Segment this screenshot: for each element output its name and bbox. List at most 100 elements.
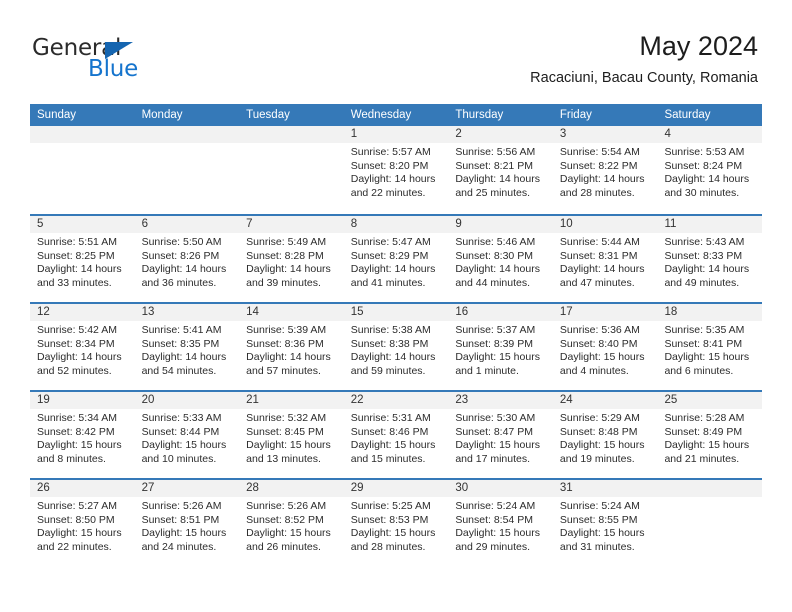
page-title: May 2024 xyxy=(639,31,758,61)
sunrise-text: Sunrise: 5:36 AM xyxy=(559,324,640,336)
sunset-text: Sunset: 8:55 PM xyxy=(559,513,638,526)
calendar-day-cell[interactable]: 27 Sunrise: 5:26 AM Sunset: 8:51 PM Dayligh… xyxy=(134,480,240,566)
calendar-day-cell[interactable]: 7 Sunrise: 5:49 AM Sunset: 8:28 PM Daylight… xyxy=(239,216,344,302)
calendar-day-cell[interactable]: 18 Sunrise: 5:35 AM Sunset: 8:41 PM Dayligh… xyxy=(657,304,763,390)
calendar-day-cell[interactable]: 31 Sunrise: 5:24 AM Sunset: 8:55 PM Dayligh… xyxy=(552,480,658,566)
sunset-text: Sunset: 8:35 PM xyxy=(141,337,220,350)
day-number: 16 xyxy=(448,304,553,321)
day-number: 11 xyxy=(657,216,763,233)
calendar-day-cell[interactable]: 29 Sunrise: 5:25 AM Sunset: 8:53 PM Dayligh… xyxy=(343,480,449,566)
day-details: Sunrise: 5:29 AM Sunset: 8:48 PM Daylight:… xyxy=(553,409,658,466)
calendar-day-cell-empty xyxy=(657,480,763,566)
day-details: Sunrise: 5:33 AM Sunset: 8:44 PM Daylight:… xyxy=(135,409,240,466)
daylight-text: Daylight: 14 hours and 36 minutes. xyxy=(141,263,227,289)
logo-text-blue: Blue xyxy=(88,56,139,82)
calendar-day-cell[interactable]: 25 Sunrise: 5:28 AM Sunset: 8:49 PM Dayligh… xyxy=(657,392,763,478)
weekday-header-saturday: Saturday xyxy=(664,109,711,121)
sunset-text: Sunset: 8:33 PM xyxy=(664,249,743,262)
sunset-text: Sunset: 8:49 PM xyxy=(664,425,743,438)
calendar-day-cell[interactable]: 10 Sunrise: 5:44 AM Sunset: 8:31 PM Dayligh… xyxy=(552,216,658,302)
day-number: 13 xyxy=(134,304,240,321)
calendar-day-cell[interactable]: 20 Sunrise: 5:33 AM Sunset: 8:44 PM Dayligh… xyxy=(134,392,240,478)
daylight-text: Daylight: 14 hours and 54 minutes. xyxy=(141,351,227,377)
day-number: 19 xyxy=(30,392,135,409)
day-number: 8 xyxy=(343,216,449,233)
day-number xyxy=(239,126,344,143)
sunset-text: Sunset: 8:46 PM xyxy=(350,425,429,438)
day-details: Sunrise: 5:46 AM Sunset: 8:30 PM Daylight:… xyxy=(448,233,553,290)
calendar-day-cell[interactable]: 13 Sunrise: 5:41 AM Sunset: 8:35 PM Dayligh… xyxy=(134,304,240,390)
day-number xyxy=(657,480,763,497)
sunset-text: Sunset: 8:20 PM xyxy=(350,159,429,172)
calendar-day-cell[interactable]: 16 Sunrise: 5:37 AM Sunset: 8:39 PM Dayligh… xyxy=(448,304,553,390)
calendar-week-row: 1 Sunrise: 5:57 AM Sunset: 8:20 PM Daylight… xyxy=(30,126,763,214)
daylight-text: Daylight: 14 hours and 49 minutes. xyxy=(664,263,750,289)
day-number: 18 xyxy=(657,304,763,321)
day-number: 22 xyxy=(343,392,449,409)
day-number: 1 xyxy=(343,126,449,143)
calendar-day-cell[interactable]: 19 Sunrise: 5:34 AM Sunset: 8:42 PM Dayligh… xyxy=(30,392,135,478)
day-details: Sunrise: 5:53 AM Sunset: 8:24 PM Daylight:… xyxy=(657,143,762,200)
calendar-day-cell[interactable]: 1 Sunrise: 5:57 AM Sunset: 8:20 PM Daylight… xyxy=(343,126,449,214)
day-number: 9 xyxy=(448,216,553,233)
daylight-text: Daylight: 15 hours and 28 minutes. xyxy=(350,527,436,553)
day-details: Sunrise: 5:42 AM Sunset: 8:34 PM Daylight:… xyxy=(30,321,135,378)
calendar-weeks: 1 Sunrise: 5:57 AM Sunset: 8:20 PM Daylight… xyxy=(30,126,763,566)
day-number: 7 xyxy=(239,216,344,233)
sunset-text: Sunset: 8:52 PM xyxy=(246,513,324,526)
calendar-day-cell[interactable]: 12 Sunrise: 5:42 AM Sunset: 8:34 PM Dayligh… xyxy=(30,304,135,390)
calendar-day-cell-empty xyxy=(134,126,240,214)
calendar-day-cell[interactable]: 26 Sunrise: 5:27 AM Sunset: 8:50 PM Dayligh… xyxy=(30,480,135,566)
sunrise-text: Sunrise: 5:39 AM xyxy=(246,324,327,336)
general-blue-logo[interactable]: General Blue xyxy=(32,36,162,82)
weekday-header-friday: Friday xyxy=(559,109,592,121)
calendar-day-cell[interactable]: 11 Sunrise: 5:43 AM Sunset: 8:33 PM Dayligh… xyxy=(657,216,763,302)
day-details: Sunrise: 5:54 AM Sunset: 8:22 PM Daylight:… xyxy=(553,143,658,200)
day-number: 29 xyxy=(343,480,449,497)
calendar-day-cell[interactable]: 23 Sunrise: 5:30 AM Sunset: 8:47 PM Dayligh… xyxy=(448,392,553,478)
day-details: Sunrise: 5:31 AM Sunset: 8:46 PM Daylight:… xyxy=(344,409,449,466)
daylight-text: Daylight: 14 hours and 39 minutes. xyxy=(246,263,331,289)
sunrise-text: Sunrise: 5:35 AM xyxy=(664,324,745,336)
calendar-day-cell[interactable]: 22 Sunrise: 5:31 AM Sunset: 8:46 PM Dayligh… xyxy=(343,392,449,478)
calendar-day-cell[interactable]: 21 Sunrise: 5:32 AM Sunset: 8:45 PM Dayligh… xyxy=(239,392,344,478)
calendar-day-cell[interactable]: 5 Sunrise: 5:51 AM Sunset: 8:25 PM Daylight… xyxy=(30,216,135,302)
calendar-day-cell[interactable]: 2 Sunrise: 5:56 AM Sunset: 8:21 PM Daylight… xyxy=(448,126,553,214)
sunrise-text: Sunrise: 5:33 AM xyxy=(141,412,222,424)
calendar-day-cell[interactable]: 6 Sunrise: 5:50 AM Sunset: 8:26 PM Daylight… xyxy=(134,216,240,302)
sunset-text: Sunset: 8:28 PM xyxy=(246,249,324,262)
daylight-text: Daylight: 15 hours and 19 minutes. xyxy=(559,439,645,465)
sunset-text: Sunset: 8:50 PM xyxy=(37,513,115,526)
day-details: Sunrise: 5:41 AM Sunset: 8:35 PM Daylight:… xyxy=(135,321,240,378)
page-header: General Blue May 2024 Racaciuni, Bacau C… xyxy=(0,0,792,104)
day-number: 10 xyxy=(552,216,658,233)
calendar-day-cell[interactable]: 24 Sunrise: 5:29 AM Sunset: 8:48 PM Dayligh… xyxy=(552,392,658,478)
sunrise-text: Sunrise: 5:43 AM xyxy=(664,236,745,248)
daylight-text: Daylight: 14 hours and 44 minutes. xyxy=(455,263,540,289)
day-number: 30 xyxy=(448,480,553,497)
calendar-day-cell[interactable]: 8 Sunrise: 5:47 AM Sunset: 8:29 PM Daylight… xyxy=(343,216,449,302)
calendar-day-cell[interactable]: 3 Sunrise: 5:54 AM Sunset: 8:22 PM Daylight… xyxy=(552,126,658,214)
sunrise-text: Sunrise: 5:30 AM xyxy=(455,412,536,424)
day-number: 31 xyxy=(552,480,658,497)
day-number: 15 xyxy=(343,304,449,321)
calendar-day-cell[interactable]: 4 Sunrise: 5:53 AM Sunset: 8:24 PM Daylight… xyxy=(657,126,763,214)
daylight-text: Daylight: 15 hours and 4 minutes. xyxy=(559,351,645,377)
daylight-text: Daylight: 14 hours and 57 minutes. xyxy=(246,351,331,377)
day-number: 25 xyxy=(657,392,763,409)
day-details: Sunrise: 5:24 AM Sunset: 8:54 PM Daylight:… xyxy=(448,497,553,554)
calendar-day-cell[interactable]: 15 Sunrise: 5:38 AM Sunset: 8:38 PM Dayligh… xyxy=(343,304,449,390)
sunset-text: Sunset: 8:25 PM xyxy=(37,249,115,262)
calendar-week-row: 12 Sunrise: 5:42 AM Sunset: 8:34 PM Dayligh… xyxy=(30,302,763,390)
day-details: Sunrise: 5:34 AM Sunset: 8:42 PM Daylight:… xyxy=(30,409,135,466)
calendar-day-cell[interactable]: 14 Sunrise: 5:39 AM Sunset: 8:36 PM Dayligh… xyxy=(239,304,344,390)
weekday-header-wednesday: Wednesday xyxy=(350,109,412,121)
daylight-text: Daylight: 15 hours and 26 minutes. xyxy=(246,527,331,553)
calendar-day-cell[interactable]: 17 Sunrise: 5:36 AM Sunset: 8:40 PM Dayligh… xyxy=(552,304,658,390)
daylight-text: Daylight: 14 hours and 33 minutes. xyxy=(37,263,122,289)
calendar-day-cell[interactable]: 9 Sunrise: 5:46 AM Sunset: 8:30 PM Daylight… xyxy=(448,216,553,302)
calendar-day-cell-empty xyxy=(30,126,135,214)
calendar-day-cell[interactable]: 28 Sunrise: 5:26 AM Sunset: 8:52 PM Dayligh… xyxy=(239,480,344,566)
calendar-grid: Sunday Monday Tuesday Wednesday Thursday Frid… xyxy=(30,104,763,566)
calendar-day-cell[interactable]: 30 Sunrise: 5:24 AM Sunset: 8:54 PM Dayligh… xyxy=(448,480,553,566)
